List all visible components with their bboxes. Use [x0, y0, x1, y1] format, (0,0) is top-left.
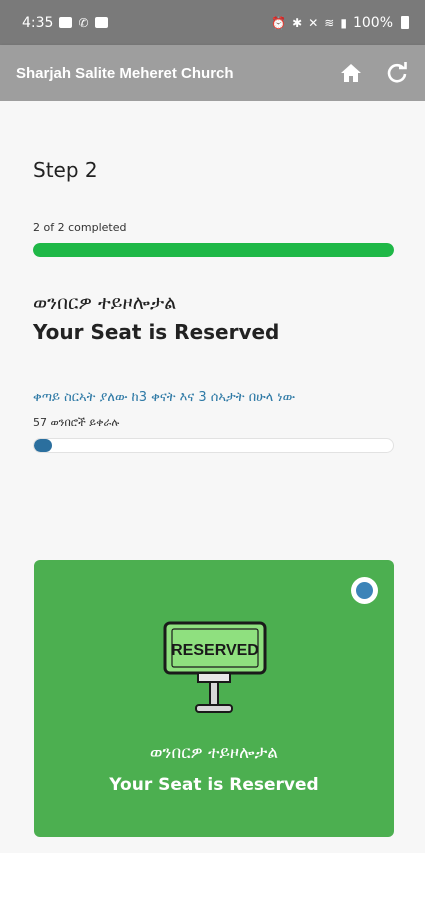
bluetooth-icon: ✱	[292, 15, 303, 30]
signal-icon: ▮	[340, 15, 347, 30]
reserved-heading-amharic: ወንበርዎ ተይዞሎታል	[33, 292, 177, 314]
step-progress-fill	[33, 243, 394, 257]
refresh-icon	[387, 62, 407, 83]
status-time: 4:35	[22, 14, 54, 31]
battery-icon	[401, 16, 409, 29]
home-icon	[341, 64, 361, 82]
seats-progress-bar	[33, 438, 394, 453]
home-button[interactable]	[339, 61, 363, 85]
bottom-area	[0, 853, 425, 900]
wifi-icon: ≋	[324, 15, 335, 30]
card-radio-button[interactable]	[351, 577, 378, 604]
app-title: Sharjah Salite Meheret Church	[16, 64, 234, 82]
refresh-button[interactable]	[385, 61, 409, 85]
card-label-amharic: ወንበርዎ ተይዞሎታል	[149, 743, 279, 763]
seats-left-text: 57 ወንበሮች ይቀራሉ	[33, 416, 120, 429]
app-actions	[339, 61, 409, 85]
card-label-english: Your Seat is Reserved	[109, 775, 319, 795]
completed-text: 2 of 2 completed	[33, 221, 127, 234]
missed-call-icon: ✆	[78, 15, 89, 30]
status-right: ⏰ ✱ ✕ ≋ ▮ 100%	[271, 15, 409, 31]
battery-percent: 100%	[352, 14, 393, 31]
reserved-seat-card[interactable]: RESERVED ወንበርዎ ተይዞሎታል Your Seat is Reser…	[34, 560, 394, 837]
radio-selected-indicator	[356, 582, 373, 599]
reserved-sign-text: RESERVED	[171, 642, 259, 659]
seats-progress-fill	[34, 439, 52, 452]
app-bar: Sharjah Salite Meheret Church	[0, 45, 425, 101]
status-left: 4:35 ✆	[22, 15, 108, 31]
alarm-icon: ⏰	[271, 15, 287, 30]
mute-icon: ✕	[308, 15, 319, 30]
reserved-heading-english: Your Seat is Reserved	[33, 320, 280, 344]
reserved-sign-icon: RESERVED	[163, 621, 267, 713]
status-bar: 4:35 ✆ ⏰ ✱ ✕ ≋ ▮ 100%	[0, 0, 425, 45]
main-content: Step 2 2 of 2 completed ወንበርዎ ተይዞሎታል You…	[0, 101, 425, 853]
gallery-icon	[59, 17, 73, 28]
step-title: Step 2	[33, 158, 98, 182]
step-progress-bar	[33, 243, 394, 257]
next-service-countdown: ቀጣይ ስርኣት ያለው ከ3 ቀናት እና 3 ሰኣታት በሁላ ነው	[33, 390, 296, 405]
youtube-icon	[94, 17, 108, 28]
